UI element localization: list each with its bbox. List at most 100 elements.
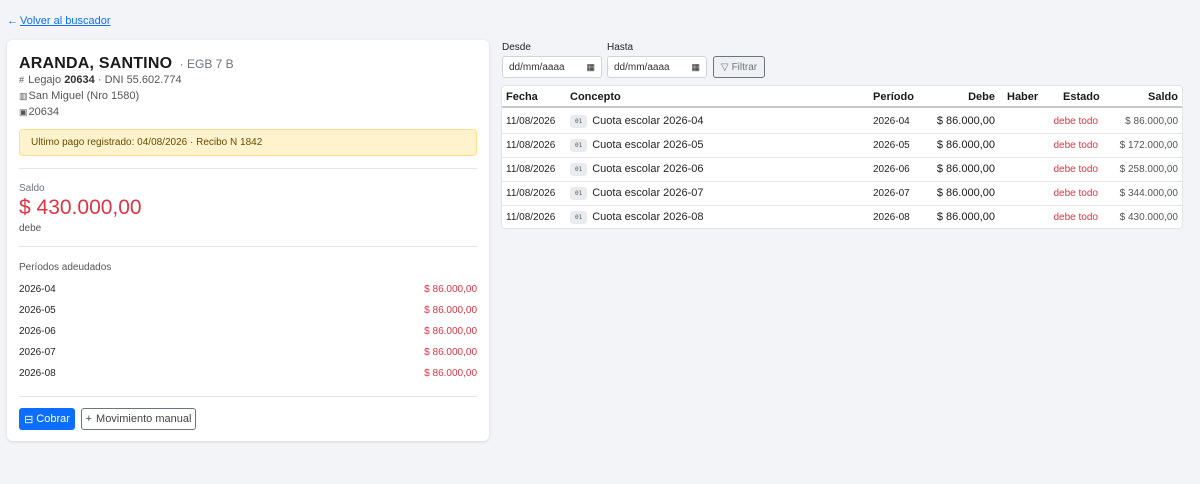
concept-code-badge: 01 — [570, 163, 588, 176]
cell-estado: debe todo — [1053, 116, 1099, 127]
header-debe: Debe — [968, 91, 995, 103]
table-row: 11/08/2026 01 Cuota escolar 2026-04 2026-… — [502, 110, 1182, 134]
student-course: · EGB 7 B — [179, 57, 234, 71]
hasta-placeholder: dd/mm/aaaa — [614, 61, 670, 73]
hash-icon: # — [19, 75, 25, 85]
student-name: ARANDA, SANTINO — [19, 55, 173, 72]
calendar-icon[interactable]: ▦ — [691, 62, 700, 73]
table-row: 11/08/2026 01 Cuota escolar 2026-07 2026-… — [502, 182, 1182, 206]
cell-periodo: 2026-08 — [873, 212, 910, 223]
table-row: 11/08/2026 01 Cuota escolar 2026-05 2026-… — [502, 134, 1182, 158]
owed-period: 2026-06 — [19, 326, 56, 337]
header-haber: Haber — [1007, 91, 1039, 103]
manual-movement-button[interactable]: + Movimiento manual — [81, 408, 196, 430]
cell-saldo: $ 258.000,00 — [1119, 164, 1178, 175]
address-line: ▥San Miguel (Nro 1580) — [19, 90, 139, 102]
balance-status: debe — [19, 223, 42, 234]
balance-value: $ 430.000,00 — [19, 196, 142, 219]
cell-concepto: 01 Cuota escolar 2026-06 — [570, 163, 704, 176]
student-card: ARANDA, SANTINO · EGB 7 B # Legajo 20634… — [7, 40, 489, 441]
concept-text: Cuota escolar 2026-07 — [592, 187, 704, 199]
cell-saldo: $ 430.000,00 — [1119, 212, 1178, 223]
dni-text: · DNI 55.602.774 — [97, 74, 182, 86]
header-periodo: Período — [873, 91, 914, 103]
student-header: ARANDA, SANTINO · EGB 7 B — [19, 55, 234, 73]
owed-periods-title: Períodos adeudados — [19, 262, 112, 273]
cell-estado: debe todo — [1053, 140, 1099, 151]
concept-text: Cuota escolar 2026-06 — [592, 163, 704, 175]
owed-period-row: 2026-08 $ 86.000,00 — [19, 364, 477, 385]
owed-amount: $ 86.000,00 — [424, 305, 477, 316]
concept-text: Cuota escolar 2026-04 — [592, 115, 704, 127]
cash-icon: ⊟ — [24, 413, 34, 426]
cell-periodo: 2026-06 — [873, 164, 910, 175]
desde-placeholder: dd/mm/aaaa — [509, 61, 565, 73]
cell-fecha: 11/08/2026 — [506, 116, 556, 127]
table-header: Fecha Concepto Período Debe Haber Estado… — [502, 86, 1182, 108]
cell-debe: $ 86.000,00 — [936, 115, 995, 127]
owed-period-row: 2026-04 $ 86.000,00 — [19, 280, 477, 301]
concept-code-badge: 01 — [570, 139, 588, 152]
cell-estado: debe todo — [1053, 212, 1099, 223]
cobrar-label: Cobrar — [36, 413, 70, 425]
cell-saldo: $ 344.000,00 — [1119, 188, 1178, 199]
header-fecha: Fecha — [506, 91, 538, 103]
cell-debe: $ 86.000,00 — [936, 163, 995, 175]
manual-movement-label: Movimiento manual — [96, 413, 192, 425]
cell-concepto: 01 Cuota escolar 2026-05 — [570, 139, 704, 152]
cell-fecha: 11/08/2026 — [506, 164, 556, 175]
cell-debe: $ 86.000,00 — [936, 139, 995, 151]
last-payment-alert: Ultimo pago registrado: 04/08/2026 · Rec… — [19, 129, 477, 156]
cobrar-button[interactable]: ⊟ Cobrar — [19, 408, 75, 430]
cell-saldo: $ 86.000,00 — [1125, 116, 1178, 127]
divider — [19, 168, 477, 169]
concept-text: Cuota escolar 2026-05 — [592, 139, 704, 151]
id-card-icon: ▣ — [19, 107, 28, 117]
arrow-left-icon: ← — [7, 15, 18, 27]
owed-period: 2026-05 — [19, 305, 56, 316]
back-to-search-link[interactable]: ← Volver al buscador — [7, 15, 111, 27]
cell-periodo: 2026-05 — [873, 140, 910, 151]
concept-code-badge: 01 — [570, 187, 588, 200]
cell-debe: $ 86.000,00 — [936, 211, 995, 223]
legajo-number: 20634 — [64, 74, 95, 86]
building-icon: ▥ — [19, 91, 28, 101]
owed-period-row: 2026-05 $ 86.000,00 — [19, 301, 477, 322]
cell-concepto: 01 Cuota escolar 2026-08 — [570, 211, 704, 224]
calendar-icon[interactable]: ▦ — [586, 62, 595, 73]
header-concepto: Concepto — [570, 91, 621, 103]
divider — [19, 246, 477, 247]
cell-concepto: 01 Cuota escolar 2026-07 — [570, 187, 704, 200]
legajo-label: Legajo — [28, 74, 62, 86]
owed-period-row: 2026-06 $ 86.000,00 — [19, 322, 477, 343]
funnel-icon: ▽ — [720, 61, 729, 73]
owed-amount: $ 86.000,00 — [424, 284, 477, 295]
cell-estado: debe todo — [1053, 164, 1099, 175]
legajo-line: # Legajo 20634 · DNI 55.602.774 — [19, 74, 182, 86]
filter-button[interactable]: ▽ Filtrar — [713, 56, 765, 78]
back-link-label: Volver al buscador — [20, 15, 111, 27]
header-estado: Estado — [1063, 91, 1100, 103]
cell-periodo: 2026-07 — [873, 188, 910, 199]
table-row: 11/08/2026 01 Cuota escolar 2026-06 2026-… — [502, 158, 1182, 182]
owed-period: 2026-04 — [19, 284, 56, 295]
movements-table: Fecha Concepto Período Debe Haber Estado… — [502, 86, 1182, 228]
filter-label: Filtrar — [731, 61, 758, 73]
balance-label: Saldo — [19, 183, 45, 194]
concept-code-badge: 01 — [570, 211, 588, 224]
concept-code-badge: 01 — [570, 115, 588, 128]
owed-amount: $ 86.000,00 — [424, 347, 477, 358]
desde-date-input[interactable]: dd/mm/aaaa ▦ — [502, 56, 602, 78]
desde-label: Desde — [502, 42, 531, 53]
cell-fecha: 11/08/2026 — [506, 140, 556, 151]
address-text: San Miguel (Nro 1580) — [28, 90, 140, 102]
owed-amount: $ 86.000,00 — [424, 368, 477, 379]
last-payment-text: Ultimo pago registrado: 04/08/2026 · Rec… — [31, 137, 263, 148]
cell-concepto: 01 Cuota escolar 2026-04 — [570, 115, 704, 128]
plus-icon: + — [85, 413, 93, 425]
id-code-text: 20634 — [28, 106, 60, 118]
owed-period: 2026-08 — [19, 368, 56, 379]
cell-estado: debe todo — [1053, 188, 1099, 199]
cell-fecha: 11/08/2026 — [506, 188, 556, 199]
hasta-date-input[interactable]: dd/mm/aaaa ▦ — [607, 56, 707, 78]
